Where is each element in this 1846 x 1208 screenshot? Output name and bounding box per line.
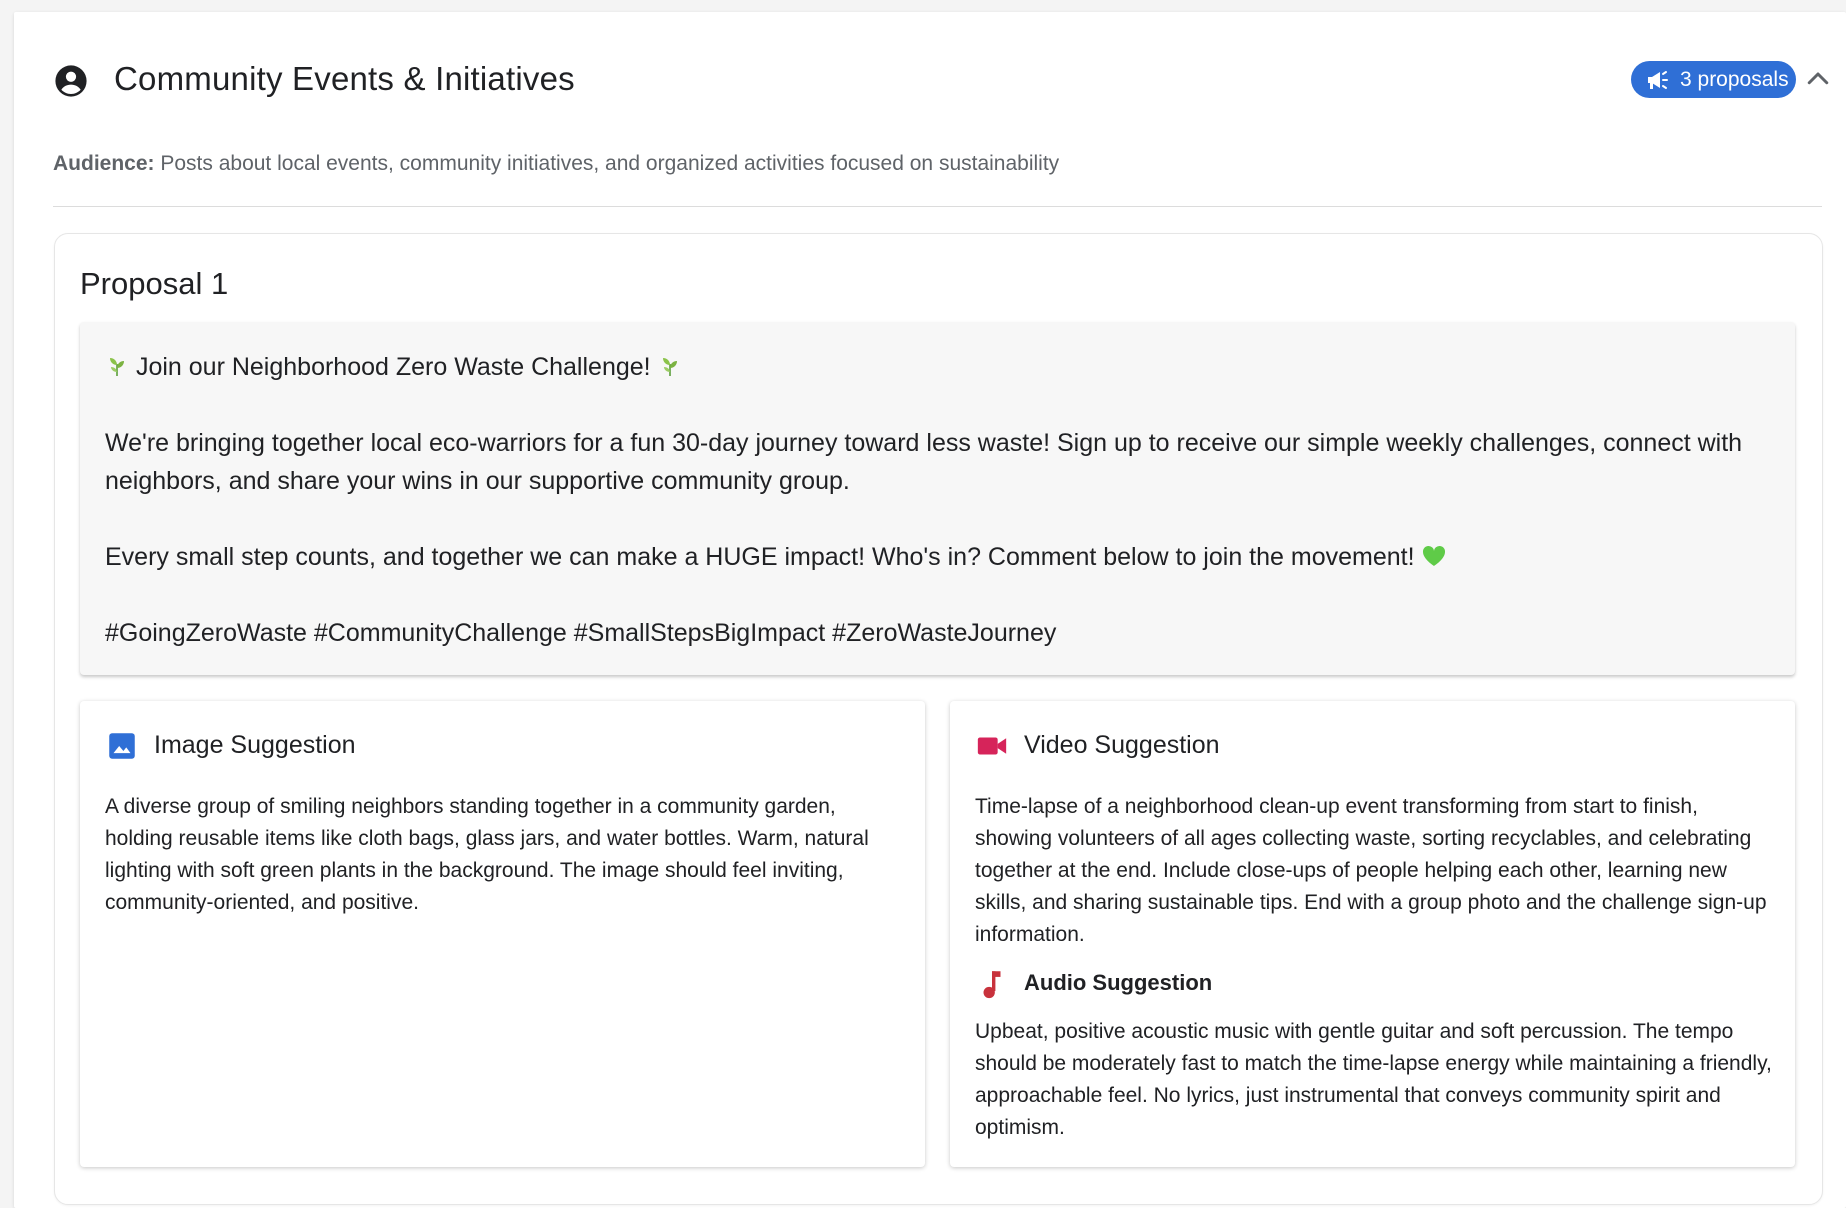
image-suggestion-label: Image Suggestion bbox=[154, 731, 356, 759]
audience-label: Audience: bbox=[53, 152, 155, 175]
proposals-count-label: 3 proposals bbox=[1680, 68, 1789, 91]
video-suggestion-label: Video Suggestion bbox=[1024, 731, 1220, 759]
proposal-title: Proposal 1 bbox=[80, 266, 229, 301]
proposals-count-badge: 3 proposals bbox=[1631, 61, 1796, 98]
account-circle-icon bbox=[55, 65, 87, 97]
audio-suggestion-label: Audio Suggestion bbox=[1024, 970, 1213, 995]
post-headline-line: Join our Neighborhood Zero Waste Challen… bbox=[105, 348, 1785, 386]
audience-text: Posts about local events, community init… bbox=[160, 152, 1060, 175]
herb-emoji-icon bbox=[662, 358, 677, 376]
campaign-megaphone-icon bbox=[1648, 71, 1668, 89]
post-paragraph-1: We're bringing together local eco-warrio… bbox=[105, 429, 1743, 495]
audio-suggestion-text: Upbeat, positive acoustic music with gen… bbox=[975, 1020, 1772, 1139]
green-heart-emoji-icon bbox=[1423, 545, 1446, 566]
music-note-icon bbox=[983, 971, 1001, 999]
section-title: Community Events & Initiatives bbox=[114, 60, 575, 97]
video-suggestion-text: Time-lapse of a neighborhood clean-up ev… bbox=[975, 795, 1767, 946]
divider bbox=[53, 206, 1822, 207]
herb-emoji-icon bbox=[110, 358, 124, 376]
panel-header[interactable]: Community Events & Initiatives 3 proposa… bbox=[39, 50, 1829, 110]
chevron-up-icon[interactable] bbox=[1803, 64, 1833, 94]
image-suggestion-card: Image Suggestion A diverse group of smil… bbox=[80, 701, 925, 1167]
audience-line: Audience: Posts about local events, comm… bbox=[53, 152, 1059, 176]
post-paragraph-2: Every small step counts, and together we… bbox=[105, 543, 1415, 571]
post-content-box: Join our Neighborhood Zero Waste Challen… bbox=[80, 322, 1795, 675]
post-hashtags: #GoingZeroWaste #CommunityChallenge #Sma… bbox=[105, 619, 1057, 647]
image-icon bbox=[109, 733, 135, 759]
videocam-icon bbox=[977, 737, 1007, 755]
post-text: Join our Neighborhood Zero Waste Challen… bbox=[105, 348, 1785, 652]
community-events-panel: Community Events & Initiatives 3 proposa… bbox=[14, 12, 1846, 1208]
video-suggestion-card: Video Suggestion Time-lapse of a neighbo… bbox=[950, 701, 1795, 1167]
image-suggestion-text: A diverse group of smiling neighbors sta… bbox=[105, 795, 869, 914]
post-headline: Join our Neighborhood Zero Waste Challen… bbox=[135, 353, 651, 381]
post-paragraph-2-line: Every small step counts, and together we… bbox=[105, 538, 1785, 576]
proposal-card: Proposal 1 Join our Neighborhood Zero Wa… bbox=[54, 233, 1823, 1205]
